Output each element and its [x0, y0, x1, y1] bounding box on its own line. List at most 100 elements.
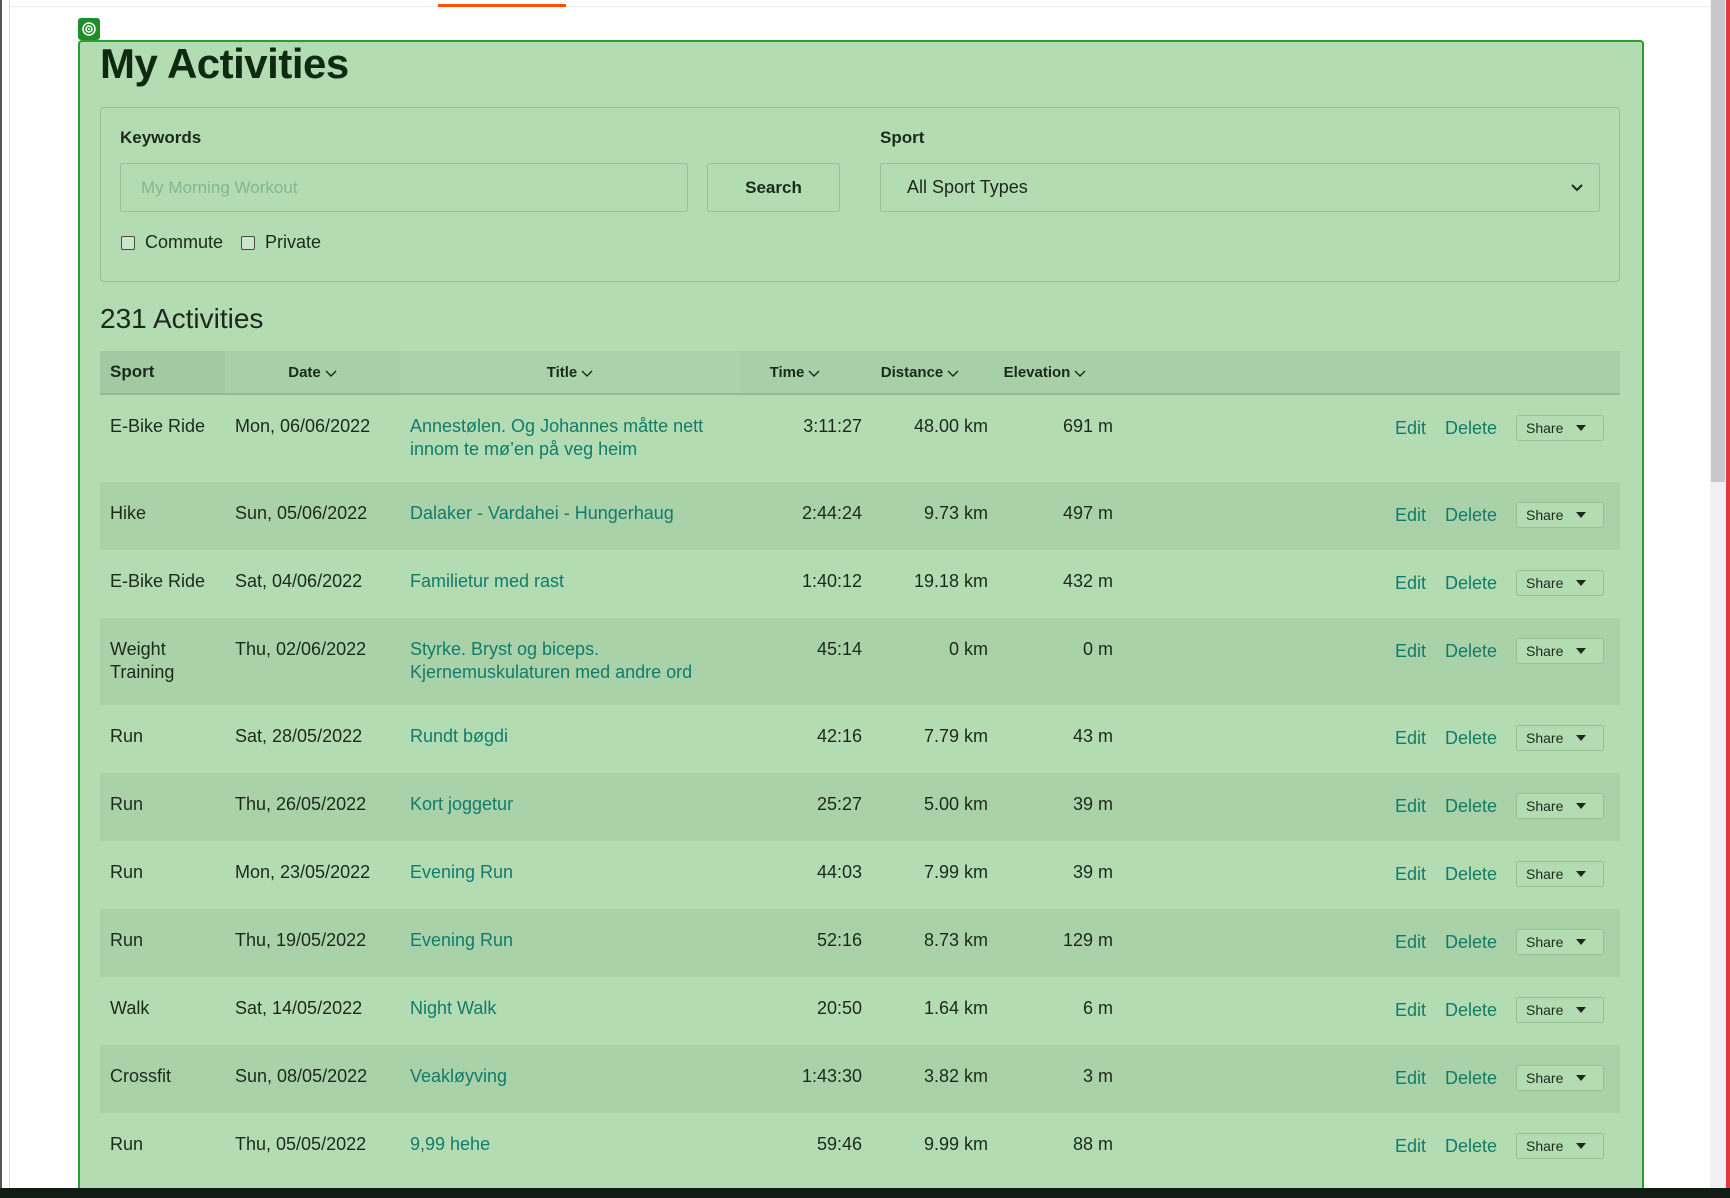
share-button[interactable]: Share	[1516, 415, 1604, 441]
header-elevation[interactable]: Elevation	[985, 351, 1105, 393]
cell-sport: Walk	[110, 998, 150, 1018]
activity-title-link[interactable]: 9,99 hehe	[410, 1133, 730, 1156]
activity-title-link[interactable]: Familietur med rast	[410, 570, 730, 593]
search-button[interactable]: Search	[707, 163, 840, 212]
share-label: Share	[1526, 575, 1564, 591]
edit-link[interactable]: Edit	[1395, 1067, 1426, 1090]
caret-down-icon	[1576, 512, 1587, 518]
cell-elevation: 43 m	[1072, 726, 1113, 746]
share-button[interactable]: Share	[1516, 1133, 1604, 1159]
share-button[interactable]: Share	[1516, 570, 1604, 596]
window-right-edge	[1726, 0, 1730, 1198]
share-label: Share	[1526, 866, 1564, 882]
share-button[interactable]: Share	[1516, 725, 1604, 751]
private-checkbox[interactable]	[241, 235, 255, 250]
chevron-down-icon	[808, 370, 820, 377]
edit-link[interactable]: Edit	[1395, 572, 1426, 595]
scrollbar-thumb[interactable]	[1711, 0, 1725, 482]
private-checkbox-row[interactable]: Private	[241, 232, 321, 253]
cell-time: 42:16	[816, 726, 862, 746]
header-distance[interactable]: Distance	[860, 351, 980, 393]
target-icon-svg	[82, 22, 96, 36]
cell-time: 3:11:27	[803, 416, 862, 436]
edit-link[interactable]: Edit	[1395, 727, 1426, 750]
delete-link[interactable]: Delete	[1445, 417, 1497, 440]
share-label: Share	[1526, 1070, 1564, 1086]
share-button[interactable]: Share	[1516, 861, 1604, 887]
cell-date: Thu, 19/05/2022	[235, 930, 367, 950]
table-row: Weight Training Thu, 02/06/2022 Styrke. …	[100, 618, 1620, 705]
cell-distance: 3.82 km	[923, 1066, 988, 1086]
table-row: E-Bike Ride Mon, 06/06/2022 Annestølen. …	[100, 395, 1620, 482]
activity-title-link[interactable]: Dalaker - Vardahei - Hungerhaug	[410, 502, 730, 525]
commute-checkbox-row[interactable]: Commute	[121, 232, 223, 253]
edit-link[interactable]: Edit	[1395, 417, 1426, 440]
edit-link[interactable]: Edit	[1395, 931, 1426, 954]
activity-title-link[interactable]: Annestølen. Og Johannes måtte nett innom…	[410, 415, 730, 461]
delete-link[interactable]: Delete	[1445, 504, 1497, 527]
activity-title-link[interactable]: Kort joggetur	[410, 793, 730, 816]
delete-link[interactable]: Delete	[1445, 863, 1497, 886]
delete-link[interactable]: Delete	[1445, 999, 1497, 1022]
header-title[interactable]: Title	[400, 351, 740, 393]
cell-elevation: 39 m	[1072, 862, 1113, 882]
chevron-down-icon	[325, 370, 337, 377]
cell-time: 25:27	[816, 794, 862, 814]
header-date[interactable]: Date	[225, 351, 400, 393]
activity-title-link[interactable]: Styrke. Bryst og biceps. Kjernemuskulatu…	[410, 638, 730, 684]
cell-date: Mon, 23/05/2022	[235, 862, 371, 882]
edit-link[interactable]: Edit	[1395, 795, 1426, 818]
delete-link[interactable]: Delete	[1445, 1067, 1497, 1090]
edit-link[interactable]: Edit	[1395, 504, 1426, 527]
bottom-bar	[0, 1188, 1730, 1198]
share-button[interactable]: Share	[1516, 1065, 1604, 1091]
cell-time: 45:14	[816, 639, 862, 659]
edit-link[interactable]: Edit	[1395, 640, 1426, 663]
activity-title-link[interactable]: Evening Run	[410, 929, 730, 952]
share-button[interactable]: Share	[1516, 929, 1604, 955]
share-button[interactable]: Share	[1516, 502, 1604, 528]
delete-link[interactable]: Delete	[1445, 572, 1497, 595]
cell-distance: 5.00 km	[923, 794, 988, 814]
share-button[interactable]: Share	[1516, 638, 1604, 664]
activity-title-link[interactable]: Evening Run	[410, 861, 730, 884]
edit-link[interactable]: Edit	[1395, 863, 1426, 886]
cell-sport: Crossfit	[110, 1066, 172, 1086]
share-button[interactable]: Share	[1516, 793, 1604, 819]
header-time[interactable]: Time	[740, 351, 850, 393]
caret-down-icon	[1576, 939, 1587, 945]
delete-link[interactable]: Delete	[1445, 727, 1497, 750]
edit-link[interactable]: Edit	[1395, 999, 1426, 1022]
activity-title-link[interactable]: Veakløyving	[410, 1065, 730, 1088]
table-row: Walk Sat, 14/05/2022 Night Walk 20:50 1.…	[100, 977, 1620, 1045]
header-elevation-label: Elevation	[1003, 363, 1071, 381]
activity-title-link[interactable]: Rundt bøgdi	[410, 725, 730, 748]
table-row: Run Thu, 19/05/2022 Evening Run 52:16 8.…	[100, 909, 1620, 977]
sport-select-value: All Sport Types	[907, 177, 1028, 197]
delete-link[interactable]: Delete	[1445, 640, 1497, 663]
share-button[interactable]: Share	[1516, 997, 1604, 1023]
delete-link[interactable]: Delete	[1445, 1135, 1497, 1158]
cell-elevation: 129 m	[1062, 930, 1113, 950]
cell-distance: 9.73 km	[923, 503, 988, 523]
sport-select[interactable]: All Sport Types	[880, 163, 1600, 212]
table-header: Sport Date Title Time Distance Elevation	[100, 351, 1620, 395]
table-row: Run Sat, 28/05/2022 Rundt bøgdi 42:16 7.…	[100, 705, 1620, 773]
edit-link[interactable]: Edit	[1395, 1135, 1426, 1158]
table-row: Run Thu, 05/05/2022 9,99 hehe 59:46 9.99…	[100, 1113, 1620, 1181]
keywords-input[interactable]	[120, 163, 688, 212]
delete-link[interactable]: Delete	[1445, 795, 1497, 818]
caret-down-icon	[1576, 425, 1587, 431]
cell-sport: Run	[110, 1134, 144, 1154]
activity-title-link[interactable]: Night Walk	[410, 997, 730, 1020]
cell-elevation: 88 m	[1072, 1134, 1113, 1154]
delete-link[interactable]: Delete	[1445, 931, 1497, 954]
table-row: Hike Sun, 05/06/2022 Dalaker - Vardahei …	[100, 482, 1620, 550]
target-icon[interactable]	[78, 18, 100, 40]
header-distance-label: Distance	[880, 363, 944, 381]
header-sport: Sport	[100, 351, 225, 393]
cell-time: 20:50	[816, 998, 862, 1018]
cell-time: 2:44:24	[801, 503, 862, 523]
cell-elevation: 691 m	[1062, 416, 1113, 436]
commute-checkbox[interactable]	[121, 235, 135, 250]
